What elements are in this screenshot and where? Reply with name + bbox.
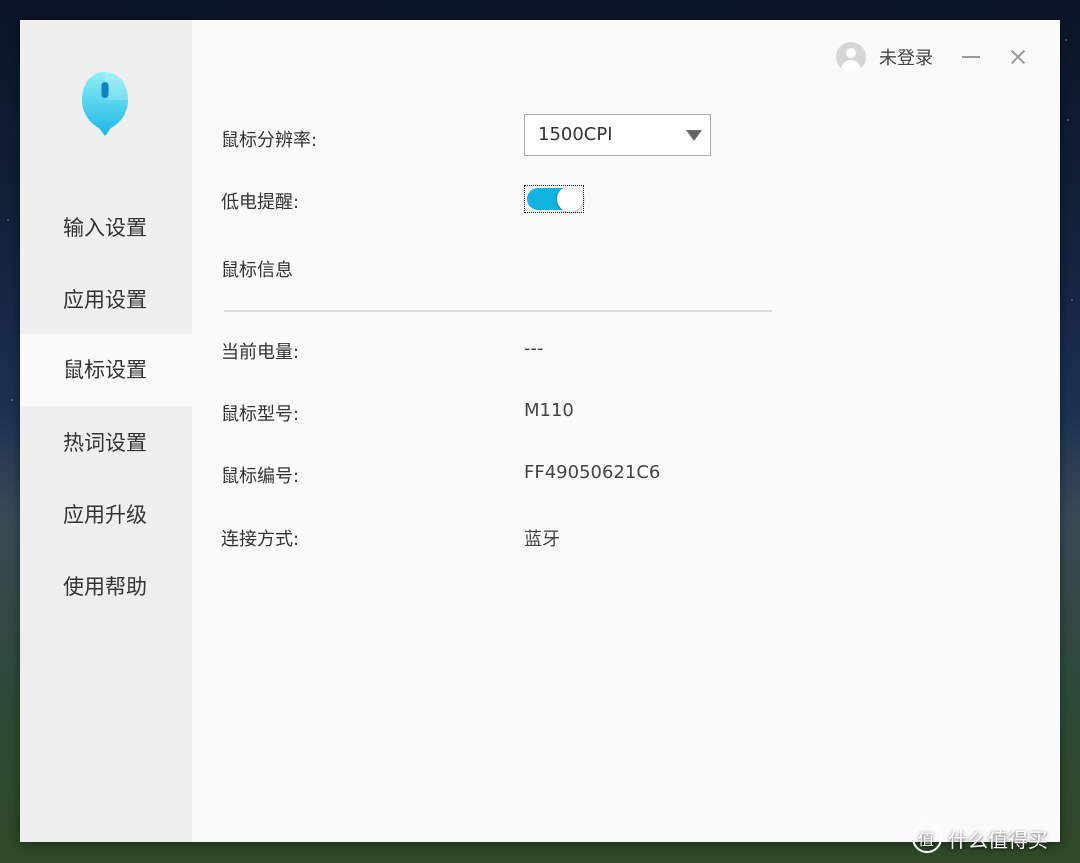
- serial-value: FF49050621C6: [524, 462, 661, 483]
- sidebar: 输入设置 应用设置 鼠标设置 热词设置 应用升级 使用帮助: [20, 20, 192, 842]
- section-divider: [224, 310, 772, 312]
- mouse-info-section-title: 鼠标信息: [221, 260, 293, 281]
- model-label: 鼠标型号:: [221, 404, 300, 425]
- watermark-logo-icon: [912, 823, 942, 853]
- resolution-selected-value: 1500CPI: [538, 124, 613, 145]
- app-window: 输入设置 应用设置 鼠标设置 热词设置 应用升级 使用帮助 未登录 鼠标分辨率:…: [20, 20, 1060, 842]
- battery-value: ---: [524, 338, 544, 359]
- watermark-text: 什么值得买: [948, 827, 1048, 852]
- sidebar-item-app-settings[interactable]: 应用设置: [20, 264, 192, 336]
- dropdown-arrow-icon: [686, 130, 702, 141]
- connection-label: 连接方式:: [221, 529, 300, 550]
- serial-label: 鼠标编号:: [221, 466, 300, 487]
- resolution-label: 鼠标分辨率:: [221, 130, 318, 151]
- model-value: M110: [524, 400, 574, 421]
- user-login-button[interactable]: 未登录: [836, 42, 933, 72]
- low-battery-label: 低电提醒:: [221, 192, 300, 213]
- connection-value: 蓝牙: [524, 529, 560, 550]
- login-status-text: 未登录: [879, 48, 933, 69]
- avatar-icon: [836, 42, 866, 72]
- low-battery-toggle[interactable]: [524, 185, 584, 213]
- sidebar-item-app-upgrade[interactable]: 应用升级: [20, 479, 192, 551]
- sidebar-item-help[interactable]: 使用帮助: [20, 551, 192, 623]
- toggle-knob: [557, 186, 583, 212]
- resolution-select[interactable]: 1500CPI: [524, 114, 711, 156]
- minimize-icon[interactable]: [960, 44, 984, 68]
- sidebar-item-mouse-settings[interactable]: 鼠标设置: [20, 334, 192, 406]
- battery-label: 当前电量:: [221, 342, 300, 363]
- close-icon[interactable]: [1007, 46, 1029, 68]
- sidebar-item-input-settings[interactable]: 输入设置: [20, 192, 192, 264]
- sidebar-item-hotword-settings[interactable]: 热词设置: [20, 407, 192, 479]
- site-watermark: 什么值得买: [912, 820, 1048, 856]
- mouse-logo-icon: [82, 72, 128, 136]
